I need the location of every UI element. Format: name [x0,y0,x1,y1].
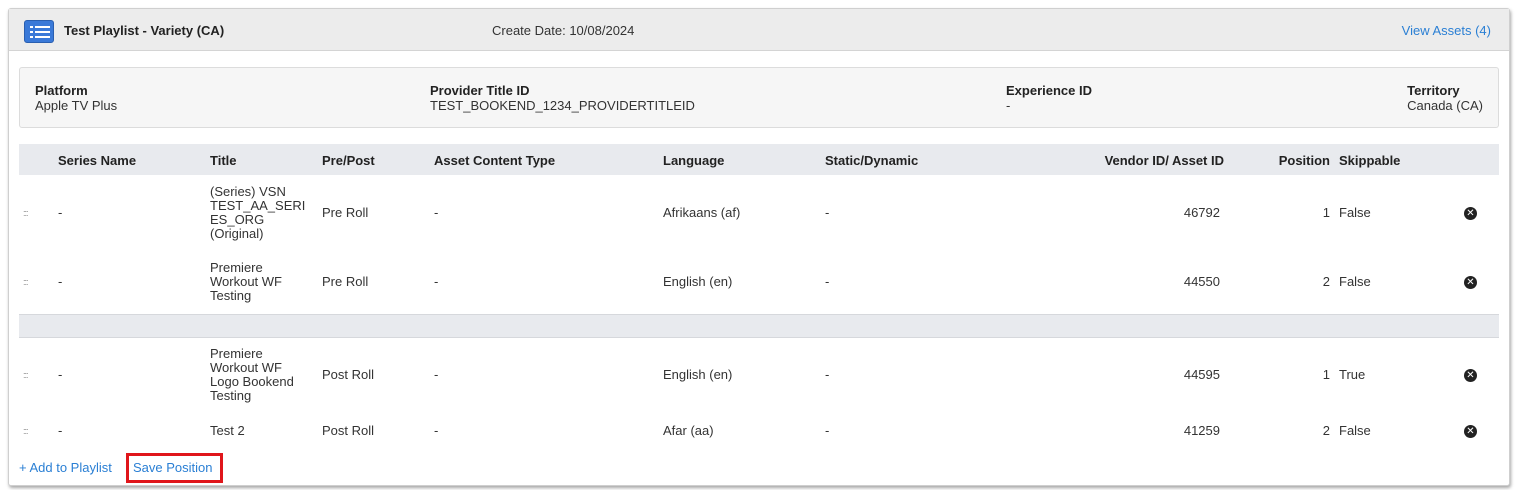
platform-info: Platform Apple TV Plus [35,83,117,113]
cell-vendor-asset-id: 44595 [1183,367,1220,382]
title-line: Workout WF [210,360,282,375]
column-vendor-asset-id[interactable]: Vendor ID/ Asset ID [1059,153,1224,168]
cell-language: English (en) [663,367,733,382]
title-line: Test 2 [210,423,245,438]
column-title[interactable]: Title [210,153,237,168]
column-position[interactable]: Position [1269,153,1330,168]
column-asset-content-type[interactable]: Asset Content Type [434,153,555,168]
cell-language: Afrikaans (af) [663,205,741,220]
remove-icon[interactable]: ✕ [1464,425,1477,438]
cell-position: 2 [1322,274,1330,289]
title-line: Testing [210,288,252,303]
cell-title: Test 2 [210,424,245,438]
title-line: Workout WF [210,274,282,289]
pre-post-divider [19,314,1499,338]
cell-title: (Series) VSN TEST_AA_SERI ES_ORG (Original) [210,185,305,241]
drag-handle-icon[interactable]: ::: [23,206,28,220]
cell-position: 2 [1322,423,1330,438]
title-line: ES_ORG [210,212,265,227]
asset-table-header: Series Name Title Pre/Post Asset Content… [19,144,1499,175]
experience-label: Experience ID [1006,83,1092,98]
cell-title: Premiere Workout WF Logo Bookend Testing [210,347,294,403]
cell-pre-post: Post Roll [322,423,375,438]
playlist-info-panel: Platform Apple TV Plus Provider Title ID… [19,67,1499,128]
playlist-icon [24,20,54,43]
cell-asset-content-type: - [434,367,439,382]
remove-icon[interactable]: ✕ [1464,276,1477,289]
playlist-title: Test Playlist - Variety (CA) [64,23,225,38]
create-date: Create Date: 10/08/2024 [492,23,635,38]
remove-icon[interactable]: ✕ [1464,369,1477,382]
platform-label: Platform [35,83,88,98]
cell-static-dynamic: - [825,367,830,382]
view-assets-link[interactable]: View Assets (4) [1402,23,1491,38]
column-pre-post[interactable]: Pre/Post [322,153,375,168]
cell-pre-post: Pre Roll [322,274,369,289]
playlist-header: Test Playlist - Variety (CA) Create Date… [9,9,1509,51]
drag-handle-icon[interactable]: ::: [23,368,28,382]
title-line: (Series) VSN [210,184,286,199]
cell-static-dynamic: - [825,205,830,220]
column-language[interactable]: Language [663,153,724,168]
cell-title: Premiere Workout WF Testing [210,261,282,303]
title-line: Premiere [210,346,263,361]
provider-title-value: TEST_BOOKEND_1234_PROVIDERTITLEID [430,98,695,113]
cell-vendor-asset-id: 41259 [1183,423,1220,438]
territory-label: Territory [1407,83,1460,98]
experience-info: Experience ID - [1006,83,1092,113]
cell-series-name: - [58,205,63,220]
cell-skippable: False [1339,274,1371,289]
cell-skippable: False [1339,205,1371,220]
cell-asset-content-type: - [434,423,439,438]
add-to-playlist-link[interactable]: + Add to Playlist [19,460,112,475]
platform-value: Apple TV Plus [35,98,118,113]
title-line: (Original) [210,226,264,241]
cell-vendor-asset-id: 44550 [1183,274,1220,289]
cell-position: 1 [1322,367,1330,382]
title-line: TEST_AA_SERI [210,198,306,213]
column-static-dynamic[interactable]: Static/Dynamic [825,153,918,168]
title-line: Premiere [210,260,263,275]
cell-pre-post: Pre Roll [322,205,369,220]
playlist-card: Test Playlist - Variety (CA) Create Date… [8,8,1510,486]
remove-icon[interactable]: ✕ [1464,207,1477,220]
cell-language: Afar (aa) [663,423,714,438]
cell-skippable: True [1339,367,1366,382]
column-skippable[interactable]: Skippable [1339,153,1400,168]
cell-language: English (en) [663,274,733,289]
cell-asset-content-type: - [434,274,439,289]
cell-static-dynamic: - [825,423,830,438]
cell-vendor-asset-id: 46792 [1183,205,1220,220]
cell-series-name: - [58,367,63,382]
column-series-name[interactable]: Series Name [58,153,136,168]
cell-skippable: False [1339,423,1371,438]
experience-value: - [1006,98,1011,113]
cell-pre-post: Post Roll [322,367,375,382]
title-line: Logo Bookend [210,374,294,389]
title-line: Testing [210,388,252,403]
provider-title-info: Provider Title ID TEST_BOOKEND_1234_PROV… [430,83,695,113]
territory-value: Canada (CA) [1407,98,1483,113]
cell-asset-content-type: - [434,205,439,220]
drag-handle-icon[interactable]: ::: [23,275,28,289]
drag-handle-icon[interactable]: ::: [23,424,28,438]
save-position-highlight [126,453,223,483]
cell-static-dynamic: - [825,274,830,289]
cell-position: 1 [1322,205,1330,220]
cell-series-name: - [58,274,63,289]
provider-title-label: Provider Title ID [430,83,530,98]
territory-info: Territory Canada (CA) [1407,83,1483,113]
cell-series-name: - [58,423,63,438]
